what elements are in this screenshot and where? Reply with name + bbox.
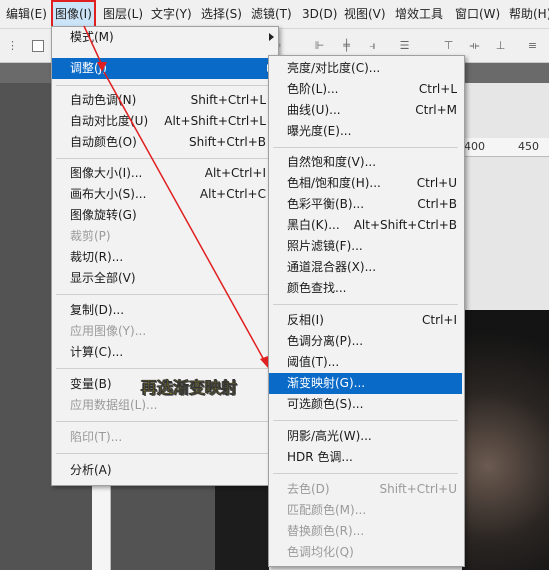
annotation-callout: 再选渐变映射	[141, 378, 238, 397]
annotation-arrow	[83, 25, 268, 368]
